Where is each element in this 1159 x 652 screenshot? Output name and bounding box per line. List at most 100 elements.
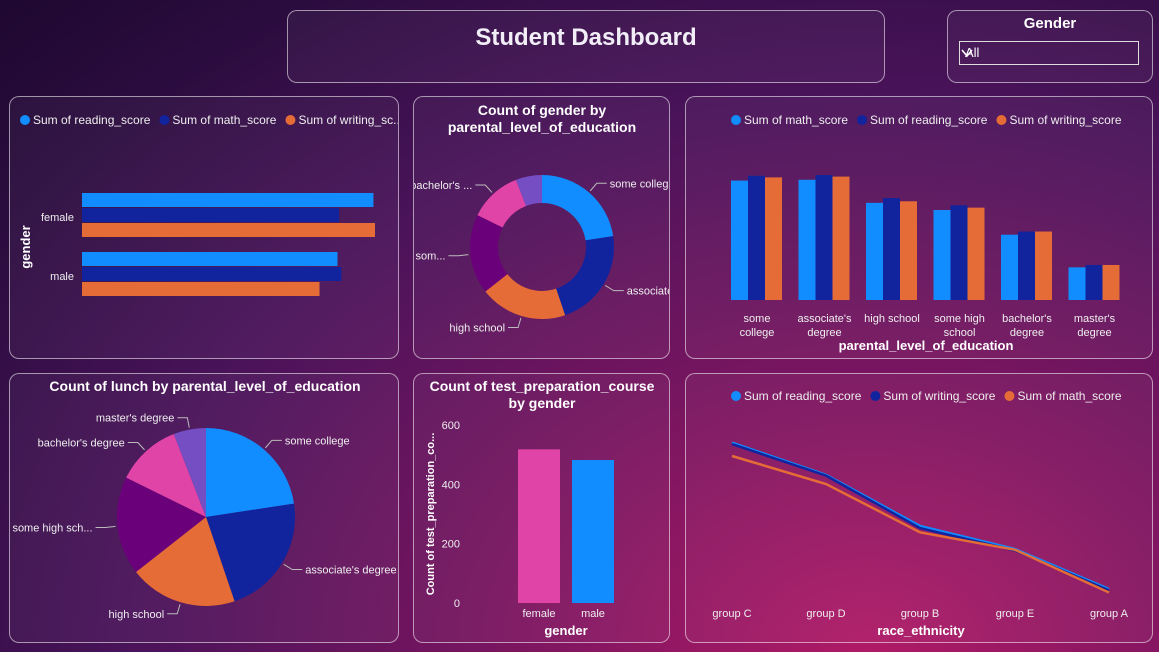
lunch-pie-leader-5 bbox=[177, 417, 190, 428]
donut-label-0: some college bbox=[610, 178, 670, 190]
donut-title-line2: parental_level_of_education bbox=[448, 119, 636, 135]
edu-scores-legend-0: Sum of math_score bbox=[744, 113, 848, 127]
edu-scores-tick-0-0: some bbox=[744, 313, 771, 325]
test-prep-tick-female: female bbox=[522, 608, 555, 620]
page-title: Student Dashboard bbox=[475, 24, 697, 51]
edu-scores-bar-1-2 bbox=[832, 176, 850, 300]
gender-scores-category-female: female bbox=[41, 212, 74, 224]
edu-scores-bar-1-1 bbox=[815, 175, 833, 300]
donut-slice-0 bbox=[542, 175, 614, 241]
edu-scores-xlabel: parental_level_of_education bbox=[839, 338, 1014, 353]
education-scores-chart: Sum of math_score Sum of reading_score Sum… bbox=[685, 96, 1153, 359]
test-prep-ytick-1: 200 bbox=[442, 539, 460, 551]
edu-scores-bar-5-1 bbox=[1085, 264, 1103, 300]
test-prep-xlabel: gender bbox=[544, 623, 587, 638]
donut-leader-3 bbox=[448, 254, 469, 257]
chevron-down-icon bbox=[961, 49, 973, 58]
race-scores-tick-2: group B bbox=[901, 608, 940, 620]
race-scores-tick-4: group A bbox=[1090, 608, 1129, 620]
gender-scores-bar-female-2 bbox=[82, 223, 375, 237]
test-prep-ylabel: Count of test_preparation_co... bbox=[425, 433, 437, 596]
gender-slicer: Gender All bbox=[947, 10, 1153, 83]
lunch-pie-leader-0 bbox=[264, 439, 282, 449]
gender-scores-legend-2: Sum of writing_sc... bbox=[298, 113, 399, 127]
edu-scores-legend-dot-0 bbox=[731, 115, 741, 125]
edu-scores-legend-dot-2 bbox=[996, 115, 1007, 125]
edu-scores-tick-1-0: associate's bbox=[797, 313, 852, 325]
race-scores-legend-1: Sum of writing_score bbox=[883, 389, 995, 403]
gender-scores-bar-male-2 bbox=[82, 282, 320, 296]
gender-scores-bar-female-0 bbox=[82, 193, 374, 207]
edu-scores-bar-1-0 bbox=[798, 179, 816, 300]
edu-scores-legend-2: Sum of writing_score bbox=[1009, 113, 1121, 127]
race-scores-legend-2: Sum of math_score bbox=[1017, 389, 1121, 403]
donut-leader-2 bbox=[508, 317, 522, 329]
race-scores-legend-dot-0 bbox=[731, 391, 741, 401]
lunch-pie-leader-2 bbox=[167, 604, 181, 615]
gender-scores-bar-female-1 bbox=[82, 208, 340, 222]
edu-scores-bar-2-2 bbox=[900, 201, 917, 300]
race-scores-tick-0: group C bbox=[712, 608, 751, 620]
donut-leader-1 bbox=[604, 285, 624, 292]
race-scores-legend-dot-2 bbox=[1004, 391, 1015, 401]
race-scores-line-1 bbox=[731, 442, 1110, 592]
edu-scores-bar-4-0 bbox=[1001, 234, 1018, 300]
edu-scores-tick-2-0: high school bbox=[864, 313, 920, 325]
donut-label-2: high school bbox=[449, 323, 505, 335]
gender-scores-bar-male-1 bbox=[82, 267, 342, 281]
edu-scores-bar-5-0 bbox=[1068, 267, 1086, 300]
edu-scores-bar-2-0 bbox=[866, 202, 883, 300]
gender-dropdown[interactable]: All bbox=[959, 41, 1139, 65]
title-card: Student Dashboard bbox=[287, 10, 885, 83]
lunch-pie-leader-1 bbox=[283, 563, 303, 571]
test-prep-ytick-0: 0 bbox=[454, 598, 460, 610]
edu-scores-bar-2-1 bbox=[883, 198, 900, 300]
lunch-pie-label-2: high school bbox=[109, 609, 165, 621]
race-scores-legend-0: Sum of reading_score bbox=[744, 389, 862, 403]
lunch-pie-title: Count of lunch by parental_level_of_educ… bbox=[49, 378, 360, 394]
gender-scores-category-male: male bbox=[50, 271, 74, 283]
gender-by-education-donut: Count of gender by parental_level_of_educ… bbox=[413, 96, 670, 359]
donut-leader-0 bbox=[589, 182, 607, 192]
edu-scores-legend-1: Sum of reading_score bbox=[870, 113, 988, 127]
race-scores-line-chart: Sum of reading_score Sum of writing_score… bbox=[685, 373, 1153, 643]
gender-scores-chart: Sum of reading_score Sum of math_score Sum… bbox=[9, 96, 399, 359]
gender-scores-legend-0: Sum of reading_score bbox=[33, 113, 151, 127]
test-prep-bar-male bbox=[572, 460, 614, 603]
donut-slice-1 bbox=[556, 236, 614, 316]
gender-scores-legend-dot-1 bbox=[159, 115, 170, 125]
edu-scores-tick-0-1: college bbox=[740, 327, 775, 339]
test-prep-tick-male: male bbox=[581, 608, 605, 620]
edu-scores-bar-3-1 bbox=[950, 205, 968, 300]
edu-scores-bar-0-2 bbox=[765, 177, 782, 300]
race-scores-legend-dot-1 bbox=[870, 391, 881, 401]
donut-title-line1: Count of gender by bbox=[478, 102, 607, 118]
edu-scores-bar-0-1 bbox=[748, 175, 765, 300]
lunch-pie-leader-4 bbox=[127, 442, 145, 451]
test-prep-title-line1: Count of test_preparation_course bbox=[430, 378, 655, 394]
lunch-pie-label-3: some high sch... bbox=[12, 522, 92, 534]
edu-scores-bar-4-2 bbox=[1035, 231, 1052, 300]
race-scores-line-2 bbox=[731, 454, 1110, 594]
test-prep-ytick-2: 400 bbox=[442, 479, 460, 491]
edu-scores-tick-4-0: bachelor's bbox=[1002, 313, 1052, 325]
lunch-pie-label-0: some college bbox=[285, 435, 350, 447]
test-prep-title-line2: by gender bbox=[509, 395, 576, 411]
edu-scores-tick-5-1: degree bbox=[1077, 327, 1111, 339]
race-scores-tick-3: group E bbox=[996, 608, 1035, 620]
gender-scores-bar-male-0 bbox=[82, 252, 338, 266]
edu-scores-bar-0-0 bbox=[731, 180, 748, 300]
race-scores-tick-1: group D bbox=[806, 608, 845, 620]
edu-scores-bar-5-2 bbox=[1102, 264, 1120, 300]
donut-label-1: associate'... bbox=[627, 286, 670, 298]
edu-scores-bar-3-0 bbox=[933, 210, 951, 300]
donut-label-3: som... bbox=[415, 251, 445, 263]
lunch-pie-label-4: bachelor's degree bbox=[38, 438, 125, 450]
gender-scores-legend-1: Sum of math_score bbox=[172, 113, 276, 127]
lunch-pie-label-5: master's degree bbox=[96, 413, 175, 425]
lunch-by-education-pie: Count of lunch by parental_level_of_educ… bbox=[9, 373, 399, 643]
lunch-pie-leader-3 bbox=[95, 525, 116, 528]
lunch-pie-slice-0 bbox=[206, 428, 294, 517]
race-scores-xlabel: race_ethnicity bbox=[877, 623, 965, 638]
gender-scores-ylabel: gender bbox=[18, 225, 33, 268]
